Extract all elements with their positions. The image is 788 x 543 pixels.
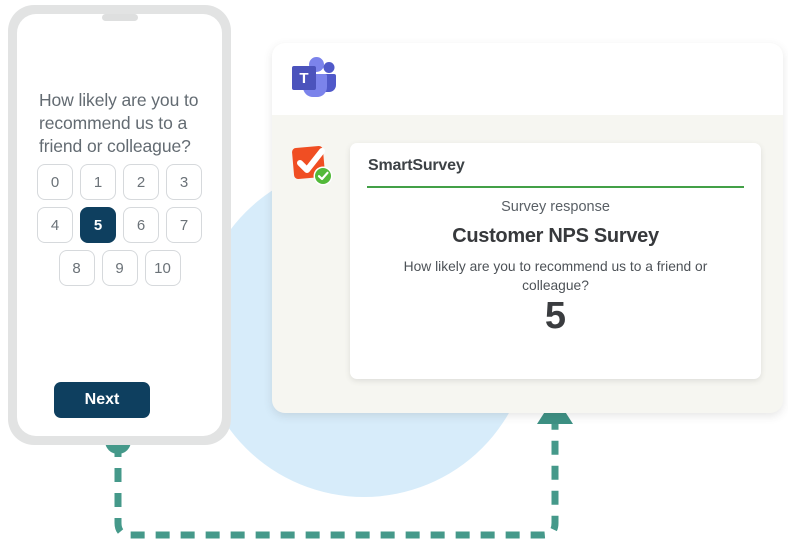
nps-option-10[interactable]: 10 [144,250,181,286]
divider-rule [367,186,744,188]
response-question-text: How likely are you to recommend us to a … [403,259,708,293]
survey-question-text: How likely are you to recommend us to a … [39,89,199,156]
microsoft-teams-icon: T [292,57,336,97]
nps-option-1[interactable]: 1 [80,164,116,200]
phone-speaker-notch [102,14,138,21]
nps-row: 0123 [17,164,222,200]
nps-row: 4567 [17,207,222,243]
nps-option-0[interactable]: 0 [37,164,73,200]
teams-logo-letter: T [299,70,308,87]
next-button[interactable]: Next [54,382,150,418]
app-name-label: SmartSurvey [368,157,465,174]
nps-option-5[interactable]: 5 [80,207,116,243]
nps-scale-grid[interactable]: 0 1 2 3 4 5 6 7 8 9 10 [17,164,222,293]
survey-title: Customer NPS Survey [452,225,659,247]
nps-option-6[interactable]: 6 [123,207,159,243]
nps-option-3[interactable]: 3 [166,164,202,200]
nps-option-2[interactable]: 2 [123,164,159,200]
phone-screen: How likely are you to recommend us to a … [17,14,222,436]
survey-response-card: SmartSurvey Survey response Customer NPS… [350,143,761,379]
response-score-value: 5 [544,295,567,337]
nps-option-4[interactable]: 4 [37,207,73,243]
teams-card-body: SmartSurvey Survey response Customer NPS… [272,115,783,413]
smartsurvey-icon [292,146,333,186]
nps-option-8[interactable]: 8 [58,250,95,286]
phone-mockup: How likely are you to recommend us to a … [8,5,231,445]
teams-notification-card: T SmartSurvey Survey response Customer N… [272,43,783,413]
teams-card-header: T [272,43,783,115]
illustration-canvas: How likely are you to recommend us to a … [0,0,788,543]
nps-option-9[interactable]: 9 [101,250,138,286]
response-kicker-label: Survey response [501,199,610,215]
nps-option-7[interactable]: 7 [166,207,202,243]
nps-row: 8 9 10 [17,250,222,286]
